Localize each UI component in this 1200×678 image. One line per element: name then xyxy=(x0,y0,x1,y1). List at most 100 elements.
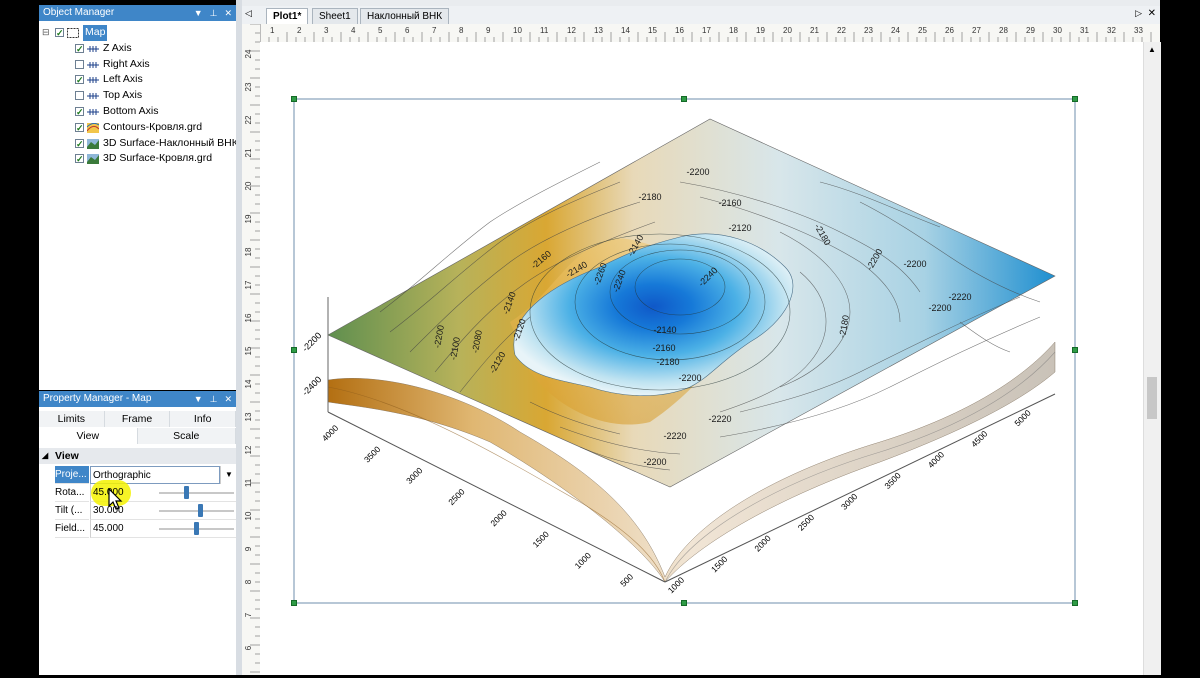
tree-item[interactable]: ✓ Bottom Axis xyxy=(39,104,236,120)
tree-item-label: Bottom Axis xyxy=(103,104,159,117)
ruler-label: 28 xyxy=(999,26,1008,35)
visibility-checkbox[interactable]: ✓ xyxy=(75,154,84,164)
close-icon[interactable]: ✕ xyxy=(224,5,232,21)
ruler-label: 14 xyxy=(244,379,253,388)
axis-tick-label: 4500 xyxy=(969,428,990,449)
tree-item-label: Z Axis xyxy=(103,41,132,54)
document-tab-bar: ◁ Plot1* Sheet1 Наклонный ВНК ▷ ✕ xyxy=(242,6,1160,25)
tree-item[interactable]: ✓ Contours-Кровля.grd xyxy=(39,120,236,136)
tree-item[interactable]: ✓ 3D Surface-Кровля.grd xyxy=(39,151,236,167)
contour-label: -2160 xyxy=(718,198,741,208)
map-frame-icon xyxy=(67,28,79,38)
property-rotation: Rota... 45.000 xyxy=(39,480,236,510)
axis-tick-label: 1500 xyxy=(709,554,730,575)
rotation-slider[interactable] xyxy=(159,486,234,499)
selection-handle[interactable] xyxy=(681,96,687,102)
property-tabs-row-2: View Scale xyxy=(39,428,236,444)
property-manager-title-bar: Property Manager - Map ▼ ⊥ ✕ xyxy=(39,391,236,407)
ruler-label: 13 xyxy=(594,26,603,35)
tab-limits[interactable]: Limits xyxy=(39,411,105,427)
selection-handle[interactable] xyxy=(1072,347,1078,353)
ruler-label: 22 xyxy=(244,115,253,124)
axis-tick-label: 3000 xyxy=(839,491,860,512)
ruler-label: 15 xyxy=(244,346,253,355)
slider-thumb[interactable] xyxy=(194,522,199,535)
tab-plot1[interactable]: Plot1* xyxy=(266,8,309,25)
visibility-checkbox[interactable]: ✓ xyxy=(75,106,84,116)
tree-item[interactable]: ✓ Z Axis xyxy=(39,41,236,57)
collapse-icon[interactable]: ◢ xyxy=(42,448,48,464)
visibility-checkbox[interactable]: ✓ xyxy=(75,122,84,132)
selection-handle[interactable] xyxy=(1072,600,1078,606)
collapse-icon[interactable]: ⊟ xyxy=(42,25,50,41)
ruler-label: 12 xyxy=(244,445,253,454)
axis-tick-label: 2000 xyxy=(752,533,773,554)
ruler-label: 19 xyxy=(756,26,765,35)
close-icon[interactable]: ✕ xyxy=(1148,8,1156,19)
ruler-label: 5 xyxy=(378,26,383,35)
property-name: Field... xyxy=(55,520,89,538)
dropdown-icon[interactable]: ▼ xyxy=(194,391,203,407)
axis-tick-label: 3500 xyxy=(882,470,903,491)
visibility-checkbox[interactable]: ✓ xyxy=(75,43,84,53)
selection-handle[interactable] xyxy=(291,96,297,102)
axis-tick-label: 3500 xyxy=(362,444,383,465)
axis-icon xyxy=(87,75,99,85)
close-icon[interactable]: ✕ xyxy=(224,391,232,407)
selection-handle[interactable] xyxy=(1072,96,1078,102)
object-manager-title-bar: Object Manager ▼ ⊥ ✕ xyxy=(39,5,236,21)
tab-info[interactable]: Info xyxy=(170,411,237,427)
slider-thumb[interactable] xyxy=(183,486,189,499)
visibility-checkbox[interactable]: ✓ xyxy=(75,75,84,85)
selection-handle[interactable] xyxy=(291,347,297,353)
contour-label: -2220 xyxy=(948,292,971,302)
vertical-scrollbar[interactable]: ▲ xyxy=(1143,42,1161,675)
tab-sheet1[interactable]: Sheet1 xyxy=(312,8,358,24)
visibility-checkbox[interactable]: ✓ xyxy=(55,28,64,38)
axis-tick-label: 3000 xyxy=(404,465,425,486)
ruler-label: 13 xyxy=(244,412,253,421)
ruler-label: 17 xyxy=(244,280,253,289)
selection-handle[interactable] xyxy=(291,600,297,606)
ruler-label: 14 xyxy=(621,26,630,35)
scroll-right-icon[interactable]: ▷ xyxy=(1135,8,1142,19)
scroll-up-icon[interactable]: ▲ xyxy=(1148,45,1156,54)
tree-item[interactable]: Top Axis xyxy=(39,88,236,104)
section-view[interactable]: ◢ View xyxy=(39,448,236,464)
scrollbar-thumb[interactable] xyxy=(1147,377,1157,419)
tree-item[interactable]: ⊟ ✓ Map xyxy=(39,25,236,41)
contour-label: -2220 xyxy=(663,431,686,441)
map-3d-plot[interactable]: -2200 -2400 4000 3500 3000 2500 2000 1500 1000… xyxy=(260,42,1143,675)
tab-frame[interactable]: Frame xyxy=(104,411,171,427)
tilt-slider[interactable] xyxy=(159,504,234,517)
tree-item[interactable]: ✓ Left Axis xyxy=(39,72,236,88)
slider-thumb[interactable] xyxy=(197,504,203,517)
ruler-label: 11 xyxy=(244,478,253,487)
ruler-label: 8 xyxy=(244,579,253,584)
tree-item[interactable]: ✓ 3D Surface-Наклонный ВНК xyxy=(39,136,238,152)
plot-canvas[interactable]: -2200 -2400 4000 3500 3000 2500 2000 1500 1000… xyxy=(260,42,1143,675)
contour-label: -2140 xyxy=(653,325,676,335)
field-of-view-slider[interactable] xyxy=(159,522,234,535)
visibility-checkbox[interactable] xyxy=(75,91,84,101)
scroll-left-icon[interactable]: ◁ xyxy=(245,8,252,19)
contour-label: -2200 xyxy=(928,303,951,313)
property-tabs-row-1: Limits Frame Info xyxy=(39,411,237,427)
ruler-label: 16 xyxy=(244,313,253,322)
tree-item-label: 3D Surface-Кровля.grd xyxy=(103,152,213,165)
tab-scale[interactable]: Scale xyxy=(137,428,236,444)
pin-icon[interactable]: ⊥ xyxy=(210,391,218,407)
axis-icon xyxy=(87,60,99,70)
visibility-checkbox[interactable]: ✓ xyxy=(75,138,84,148)
chevron-down-icon[interactable]: ▼ xyxy=(220,466,237,484)
tab-naklonny-vnk[interactable]: Наклонный ВНК xyxy=(360,8,450,24)
visibility-checkbox[interactable] xyxy=(75,59,84,69)
tab-view[interactable]: View xyxy=(39,428,138,444)
dropdown-icon[interactable]: ▼ xyxy=(194,5,203,21)
ruler-label: 30 xyxy=(1053,26,1062,35)
tree-item[interactable]: Right Axis xyxy=(39,57,236,73)
selection-handle[interactable] xyxy=(681,600,687,606)
ruler-label: 21 xyxy=(244,148,253,157)
pin-icon[interactable]: ⊥ xyxy=(210,5,218,21)
ruler-label: 29 xyxy=(1026,26,1035,35)
